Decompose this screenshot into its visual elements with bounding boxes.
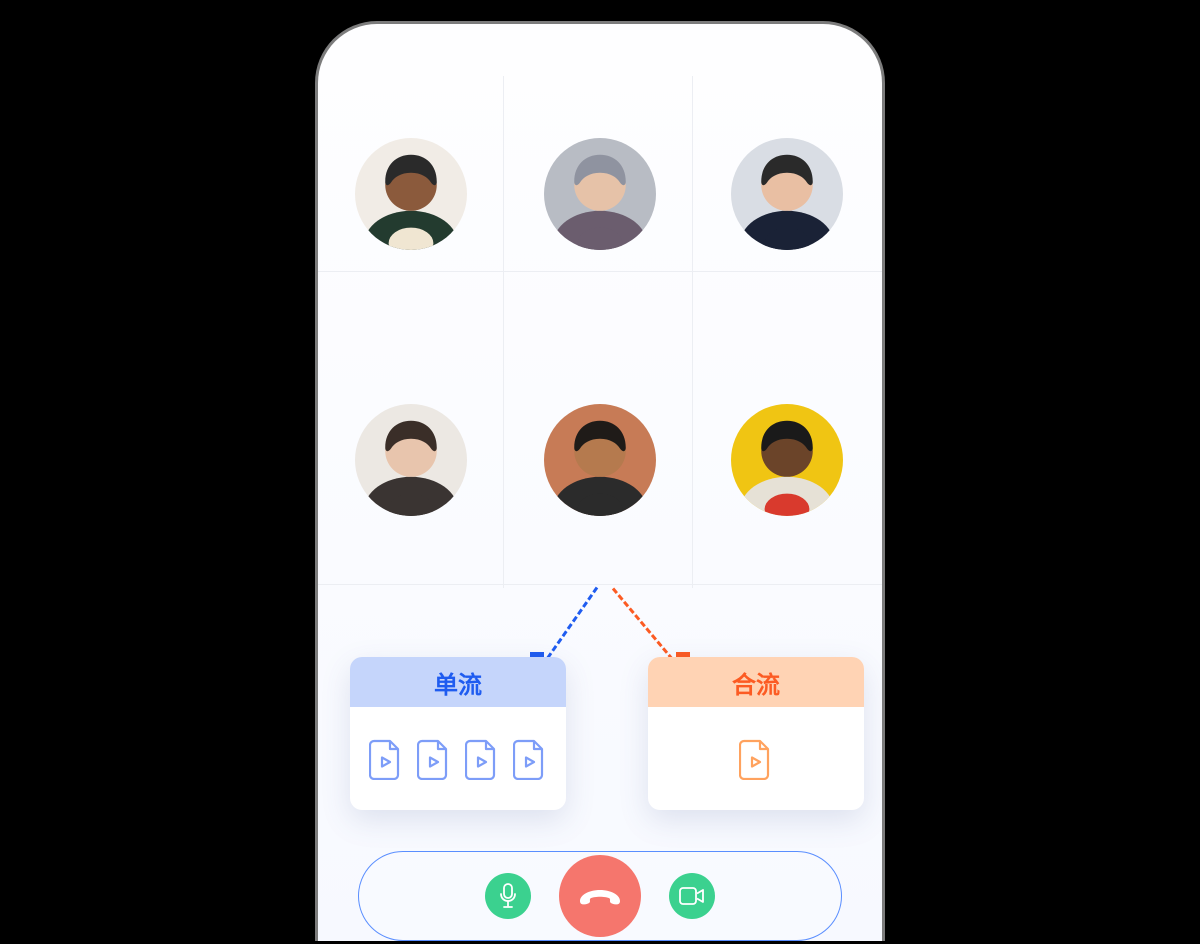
- merge-stream-title: 合流: [648, 657, 864, 707]
- video-icon: [679, 887, 705, 905]
- participant-avatar[interactable]: [731, 138, 843, 250]
- grid-row-separator: [318, 271, 882, 272]
- single-stream-icons: [350, 707, 566, 810]
- video-file-icon: [739, 738, 773, 780]
- video-file-icon: [369, 738, 403, 780]
- video-file-icon: [417, 738, 451, 780]
- hangup-icon: [576, 884, 624, 908]
- participant-avatar[interactable]: [731, 404, 843, 516]
- single-stream-title: 单流: [350, 657, 566, 707]
- grid-col-separator: [692, 76, 693, 588]
- mic-icon: [498, 883, 518, 909]
- participant-avatar[interactable]: [544, 404, 656, 516]
- grid-col-separator: [503, 76, 504, 588]
- participant-avatar[interactable]: [355, 138, 467, 250]
- hangup-button[interactable]: [559, 855, 641, 937]
- phone-mockup: 单流 合流: [315, 21, 885, 941]
- video-file-icon: [513, 738, 547, 780]
- grid-row-separator: [318, 584, 882, 585]
- mic-button[interactable]: [485, 873, 531, 919]
- video-button[interactable]: [669, 873, 715, 919]
- merge-stream-card[interactable]: 合流: [648, 657, 864, 810]
- video-file-icon: [465, 738, 499, 780]
- participant-avatar[interactable]: [544, 138, 656, 250]
- participant-avatar[interactable]: [355, 404, 467, 516]
- call-controls: [358, 851, 842, 941]
- single-stream-card[interactable]: 单流: [350, 657, 566, 810]
- merge-stream-icons: [648, 707, 864, 810]
